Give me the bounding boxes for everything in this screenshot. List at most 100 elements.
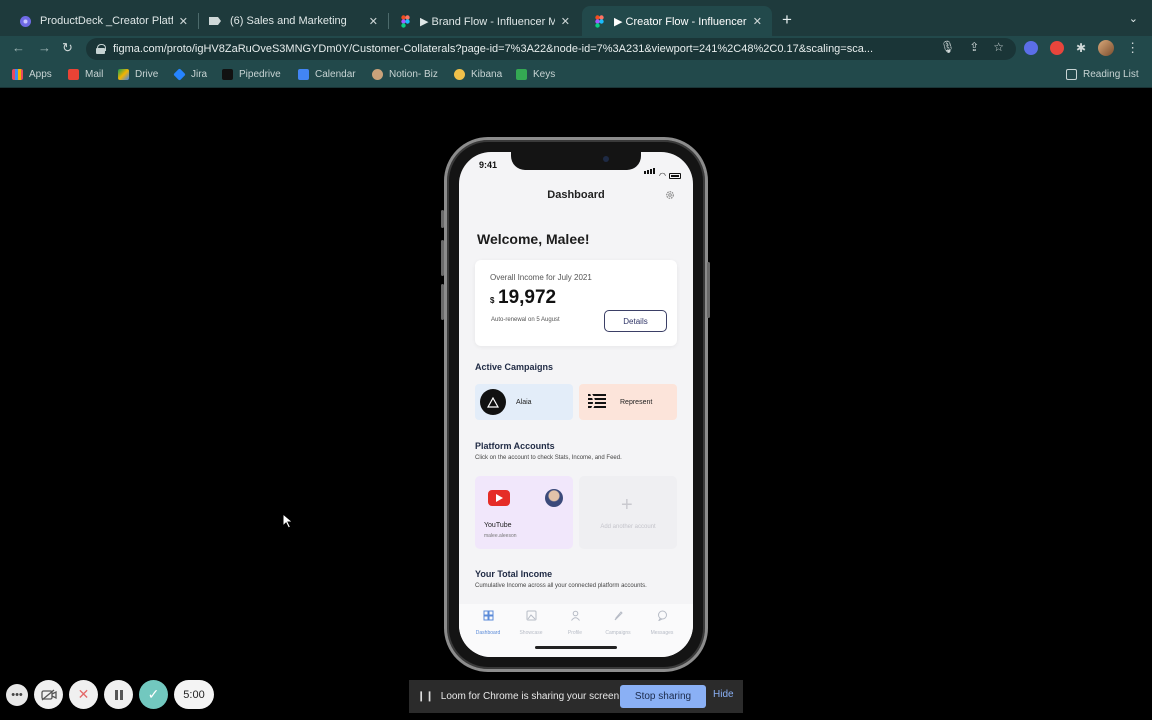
stop-sharing-button[interactable]: Stop sharing — [620, 685, 706, 708]
tab-title: ▶ Brand Flow - Influencer Mark — [420, 15, 555, 28]
hide-button[interactable]: Hide — [713, 689, 734, 700]
loom-controls: ••• ✕ ✓ 5:00 — [6, 680, 214, 709]
jira-icon — [173, 68, 186, 81]
menu-kebab-icon[interactable]: ⋮ — [1126, 40, 1139, 56]
bookmark-label: Drive — [135, 69, 159, 80]
income-label: Overall Income for July 2021 — [490, 273, 592, 282]
tab-search-chevron-icon[interactable]: ⌄ — [1129, 12, 1138, 25]
forward-arrow-icon[interactable]: → — [38, 40, 51, 55]
puzzle-extensions-icon[interactable]: ✱ — [1076, 41, 1086, 55]
currency-symbol: $ — [490, 296, 495, 305]
browser-tab-creator-flow[interactable]: ▶ Creator Flow - Influencer Ma ✕ — [582, 6, 772, 36]
address-bar[interactable]: figma.com/proto/igHV8ZaRuOveS3MNGYDm0Y/C… — [86, 38, 1016, 60]
bookmark-calendar[interactable]: Calendar — [298, 69, 356, 80]
bookmark-mail[interactable]: Mail — [68, 69, 103, 80]
camera-off-icon[interactable] — [34, 680, 63, 709]
productdeck-icon — [18, 14, 32, 28]
home-indicator — [535, 646, 617, 649]
close-icon[interactable]: ✕ — [369, 15, 378, 28]
bookmark-kibana[interactable]: Kibana — [454, 69, 502, 80]
extension-red-icon[interactable] — [1050, 41, 1064, 55]
browser-tab-sales[interactable]: (6) Sales and Marketing ✕ — [198, 6, 388, 36]
tab-campaigns[interactable]: Campaigns — [596, 610, 640, 636]
rocket-icon — [614, 611, 623, 621]
bookmark-keys[interactable]: Keys — [516, 69, 555, 80]
reload-icon[interactable]: ↻ — [62, 40, 73, 56]
welcome-heading: Welcome, Malee! — [477, 231, 590, 247]
settings-gear-icon[interactable] — [665, 190, 675, 200]
slack-like-icon — [208, 14, 222, 28]
extension-icon[interactable] — [1024, 41, 1038, 55]
bookmark-pipedrive[interactable]: Pipedrive — [222, 69, 281, 80]
tab-dashboard[interactable]: Dashboard — [466, 610, 510, 636]
add-account-label: Add another account — [600, 524, 656, 530]
total-income-title: Your Total Income — [475, 569, 553, 579]
more-options-icon[interactable]: ••• — [6, 683, 28, 706]
campaign-card-represent[interactable]: Represent — [579, 384, 677, 420]
dashboard-grid-icon — [483, 610, 493, 621]
phone-side-button — [441, 240, 444, 276]
tab-profile[interactable]: Profile — [553, 610, 597, 636]
browser-tab-brand-flow[interactable]: ▶ Brand Flow - Influencer Mark ✕ — [388, 6, 580, 36]
represent-logo-icon — [584, 389, 610, 415]
reading-list[interactable]: Reading List — [1066, 69, 1139, 80]
image-icon — [526, 610, 536, 621]
cancel-recording-icon[interactable]: ✕ — [69, 680, 98, 709]
apps-grid-icon — [12, 69, 23, 80]
renewal-text: Auto-renewal on 5 August — [491, 317, 560, 323]
browser-tab-productdeck[interactable]: ProductDeck _Creator Platform ✕ — [8, 6, 198, 36]
bookmark-label: Notion- Biz — [389, 69, 438, 80]
account-name: YouTube — [484, 522, 512, 529]
bookmark-label: Keys — [533, 69, 556, 80]
bookmark-apps[interactable]: Apps — [12, 69, 52, 80]
alaia-logo-icon — [480, 389, 506, 415]
microphone-icon[interactable]: 🎙 — [940, 40, 955, 54]
battery-icon — [669, 173, 681, 179]
tab-title: ▶ Creator Flow - Influencer Ma — [614, 15, 747, 28]
details-button[interactable]: Details — [604, 310, 667, 332]
bookmark-jira[interactable]: Jira — [173, 68, 207, 81]
campaign-card-alaia[interactable]: Alaia — [475, 384, 573, 420]
signal-icon — [644, 161, 656, 179]
plus-icon: + — [621, 494, 633, 516]
close-icon[interactable]: ✕ — [561, 15, 570, 28]
wifi-icon: ◠ — [659, 171, 666, 180]
tab-messages[interactable]: Messages — [640, 610, 684, 636]
phone-side-button — [441, 284, 444, 320]
close-icon[interactable]: ✕ — [753, 15, 762, 28]
income-amount: 19,972 — [498, 287, 557, 308]
notion-icon — [372, 69, 383, 80]
share-icon[interactable]: ⇪ — [969, 40, 979, 54]
pipedrive-icon — [222, 69, 233, 80]
kibana-icon — [454, 69, 465, 80]
campaign-name: Represent — [620, 398, 653, 406]
bookmark-notion[interactable]: Notion- Biz — [372, 69, 438, 80]
total-income-subtitle: Cumulative Income across all your connec… — [475, 583, 647, 589]
bookmark-star-icon[interactable]: ☆ — [993, 40, 1004, 54]
profile-avatar[interactable] — [1098, 40, 1115, 56]
finish-recording-check-icon[interactable]: ✓ — [139, 680, 168, 709]
screen-share-bar: ❙❙ Loom for Chrome is sharing your scree… — [409, 680, 743, 713]
reading-list-icon — [1066, 69, 1077, 80]
tab-showcase[interactable]: Showcase — [509, 610, 553, 636]
figma-icon — [398, 14, 412, 28]
figma-icon — [592, 14, 606, 28]
phone-notch — [511, 152, 641, 170]
share-message: Loom for Chrome is sharing your screen. — [440, 691, 622, 702]
campaign-name: Alaia — [516, 398, 532, 406]
youtube-account-card[interactable]: YouTube malee.aleeson — [475, 476, 573, 549]
gmail-icon — [68, 69, 79, 80]
close-icon[interactable]: ✕ — [179, 15, 188, 28]
add-account-card[interactable]: + Add another account — [579, 476, 677, 549]
reading-list-label: Reading List — [1083, 69, 1139, 80]
phone-side-button — [707, 262, 710, 318]
pause-icon[interactable] — [104, 680, 133, 709]
drive-icon — [118, 69, 129, 80]
page-title: Dashboard — [547, 189, 605, 201]
back-arrow-icon[interactable]: ← — [12, 40, 25, 55]
status-time: 9:41 — [479, 160, 498, 170]
new-tab-plus-icon[interactable]: + — [782, 10, 792, 30]
bookmark-drive[interactable]: Drive — [118, 69, 158, 80]
url-text: figma.com/proto/igHV8ZaRuOveS3MNGYDm0Y/C… — [113, 43, 874, 55]
account-handle: malee.aleeson — [484, 533, 517, 539]
